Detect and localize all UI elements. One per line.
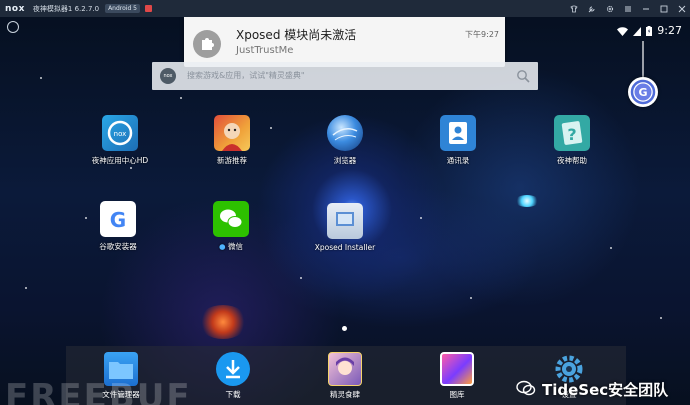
svg-text:nox: nox	[114, 130, 127, 138]
wrench-icon[interactable]	[588, 5, 596, 13]
maximize-icon[interactable]	[660, 5, 668, 13]
puzzle-icon	[193, 30, 221, 58]
page-indicator	[342, 326, 347, 331]
android-home-screen: 9:27 Xposed 模块尚未激活 JustTrustMe 下午9:27 no…	[0, 17, 690, 405]
app-xposed-installer[interactable]: Xposed Installer	[310, 203, 380, 252]
contacts-icon	[440, 115, 476, 151]
google-icon: G	[100, 201, 136, 237]
window-title: 夜神模拟器1 6.2.7.0	[32, 4, 100, 13]
search-placeholder[interactable]: 搜索游戏&应用，试试"精灵盛典"	[187, 70, 305, 81]
wechat-icon	[213, 201, 249, 237]
status-time: 9:27	[657, 24, 682, 37]
nox-status-icon	[7, 21, 19, 33]
dock-download[interactable]: 下载	[198, 352, 268, 400]
app-label: 夜神帮助	[557, 156, 587, 165]
xposed-notification[interactable]: Xposed 模块尚未激活 JustTrustMe 下午9:27	[184, 17, 505, 67]
notification-time: 下午9:27	[465, 30, 499, 39]
app-label: 通讯录	[446, 156, 470, 165]
xposed-icon	[327, 203, 363, 239]
svg-text:?: ?	[567, 125, 576, 144]
dock-gallery[interactable]: 图库	[422, 352, 492, 400]
notification-title: Xposed 模块尚未激活	[236, 28, 357, 42]
freebuf-watermark: FREEBUF	[5, 377, 192, 405]
game-character-icon	[214, 115, 250, 151]
dock-label: 图库	[449, 390, 465, 399]
app-nox-appcenter[interactable]: nox 夜神应用中心HD	[85, 115, 155, 166]
app-label: 浏览器	[333, 156, 357, 165]
nox-appcenter-icon: nox	[102, 115, 138, 151]
svg-text:G: G	[638, 86, 647, 99]
app-contacts[interactable]: 通讯录	[423, 115, 493, 166]
app-label: 夜神应用中心HD	[91, 156, 149, 165]
app-label: Xposed Installer	[314, 243, 376, 252]
app-search-bar[interactable]: nox 搜索游戏&应用，试试"精灵盛典"	[152, 62, 538, 90]
app-nox-help[interactable]: ? 夜神帮助	[537, 115, 607, 166]
download-icon	[216, 352, 250, 386]
anime-game-icon	[328, 352, 362, 386]
signal-icon	[633, 21, 642, 40]
nox-search-logo: nox	[160, 68, 176, 84]
tidesec-watermark: TideSec安全团队	[516, 379, 668, 400]
dock-label: 下载	[225, 390, 241, 399]
wifi-icon	[617, 21, 629, 40]
floating-g-button[interactable]: G	[628, 77, 658, 107]
app-label: 新游推荐	[217, 156, 247, 165]
minimize-icon[interactable]	[642, 5, 650, 13]
app-label: 谷歌安装器	[99, 242, 137, 251]
search-icon[interactable]	[516, 68, 530, 87]
dock-label: 精灵食肆	[330, 390, 360, 399]
app-label: ● 微信	[219, 242, 243, 251]
app-new-games[interactable]: 新游推荐	[197, 115, 267, 166]
gallery-icon	[440, 352, 474, 386]
nox-logo: nox	[5, 3, 25, 14]
close-icon[interactable]	[678, 5, 686, 13]
dock-anime-game[interactable]: 精灵食肆	[310, 352, 380, 400]
app-wechat[interactable]: ● 微信	[196, 201, 266, 252]
app-google-installer[interactable]: G 谷歌安装器	[83, 201, 153, 252]
shirt-icon[interactable]	[570, 5, 578, 13]
android-version-badge: Android 5	[105, 4, 140, 13]
tidesec-text: TideSec安全团队	[542, 381, 669, 399]
help-icon: ?	[554, 115, 590, 151]
notification-text: JustTrustMe	[236, 45, 294, 56]
battery-icon	[646, 21, 653, 40]
gear-icon[interactable]	[606, 5, 614, 13]
float-button-tether	[642, 41, 644, 77]
globe-icon	[327, 115, 363, 151]
record-icon[interactable]	[145, 5, 152, 12]
menu-icon[interactable]	[624, 5, 632, 13]
emulator-titlebar: nox 夜神模拟器1 6.2.7.0 Android 5	[0, 0, 690, 17]
app-browser[interactable]: 浏览器	[310, 115, 380, 166]
svg-text:G: G	[110, 208, 126, 232]
star-decoration	[515, 195, 539, 207]
wechat-watermark-icon	[516, 380, 536, 400]
nebula-decoration	[198, 305, 248, 339]
